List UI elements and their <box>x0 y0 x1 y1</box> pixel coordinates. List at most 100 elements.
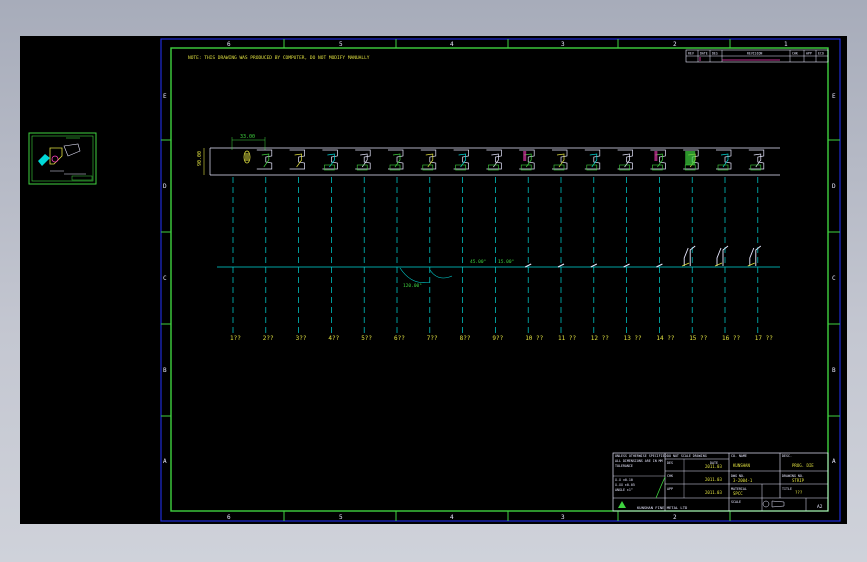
station-label: 9?? <box>492 335 503 342</box>
row-label-a-right: A <box>832 458 836 465</box>
col-label-4-bottom: 4 <box>450 514 454 521</box>
tb-dims-in: ALL DIMENSIONS ARE IN MM <box>615 459 663 463</box>
strip-station-part[interactable] <box>519 149 535 171</box>
angle-annotation-3: 120.00° <box>403 283 422 289</box>
tb-do-not-scale: DO NOT SCALE DRAWING <box>667 454 707 458</box>
strip-station-part[interactable] <box>243 150 251 164</box>
station-label: 3?? <box>296 335 307 342</box>
strip-station-part[interactable] <box>552 149 568 171</box>
strip-station-part[interactable] <box>584 149 601 171</box>
strip-layout[interactable]: 90.00 33.00 120.00° 45.00° 15.00° <box>197 134 780 334</box>
tb-des-label: DES <box>667 461 673 465</box>
tb-general-tol: UNLESS OTHERWISE SPECIFIED <box>615 454 667 458</box>
tb-sheet-size: A2 <box>817 504 823 510</box>
tb-tol-row-2: X.XX ±0.05 <box>615 483 635 487</box>
station-label: 10 ?? <box>525 335 543 342</box>
formed-profile[interactable] <box>656 263 663 268</box>
strip-station-part[interactable] <box>420 149 437 171</box>
row-label-c-right: C <box>832 275 836 282</box>
station-label: 16 ?? <box>722 335 740 342</box>
row-label-c: C <box>163 275 167 282</box>
rev-header-des: DES <box>712 52 718 56</box>
tb-co-name-value: KUNSHAN <box>733 463 750 468</box>
strip-station-part[interactable] <box>322 149 338 171</box>
rev-header-rev: REV <box>688 52 694 56</box>
formed-profile[interactable] <box>747 245 762 267</box>
company-logo-icon <box>618 501 626 508</box>
rev-header-chk: CHK <box>792 52 798 56</box>
tb-material-value: SPCC <box>733 491 743 496</box>
strip-station-part[interactable] <box>355 149 371 171</box>
formed-profile[interactable] <box>623 263 630 268</box>
tb-date-value-2: 2011.03 <box>705 477 722 482</box>
rev-header-eco: ECO <box>818 52 824 56</box>
tb-chk-label: CHK <box>667 474 673 478</box>
station-label: 12 ?? <box>591 335 609 342</box>
col-label-6-bottom: 6 <box>227 514 231 521</box>
col-label-5: 5 <box>339 41 343 48</box>
strip-station-part[interactable] <box>486 149 502 171</box>
station-label: 15 ?? <box>689 335 707 342</box>
tb-tol-row-1: X.X ±0.10 <box>615 478 633 482</box>
surface-finish-icon <box>655 476 666 499</box>
station-label: 17 ?? <box>755 335 773 342</box>
cad-viewport[interactable]: 6 5 4 3 2 1 6 5 4 3 2 E D C B A E D C B … <box>20 36 847 524</box>
formed-profile[interactable] <box>524 263 532 268</box>
row-label-e-right: E <box>832 93 836 100</box>
station-label: 6?? <box>394 335 405 342</box>
station-label: 11 ?? <box>558 335 576 342</box>
tb-desc-value: PROG. DIE <box>792 463 814 468</box>
projection-symbol-icon <box>762 500 785 508</box>
tb-part-no-value: 3-2004-1 <box>733 478 753 483</box>
formed-profile[interactable] <box>590 263 598 268</box>
tb-scale-label: SCALE <box>731 500 741 504</box>
strip-station-part[interactable] <box>748 149 765 171</box>
strip-station-part[interactable] <box>617 149 633 171</box>
formed-profile[interactable] <box>682 245 696 267</box>
strip-station-part[interactable] <box>650 149 666 171</box>
station-label: 13 ?? <box>624 335 642 342</box>
tb-drawing-no-value: STRIP <box>792 478 805 483</box>
rev-header-app: APP <box>806 52 812 56</box>
tb-title-value: ??? <box>795 490 803 495</box>
col-label-5-bottom: 5 <box>339 514 343 521</box>
formed-profile[interactable] <box>714 245 729 267</box>
drawing-frame <box>160 38 841 522</box>
row-label-d: D <box>163 183 167 190</box>
strip-station-part[interactable] <box>683 149 699 171</box>
tb-company-name: KUNSHAN FINE METAL LTD <box>637 505 688 510</box>
tb-desc-label: DESC. <box>782 454 792 458</box>
col-label-6: 6 <box>227 41 231 48</box>
strip-station-part[interactable] <box>289 149 305 170</box>
row-label-e: E <box>163 93 167 100</box>
revision-block: REV DATE DES REVISION CHK APP ECO <box>685 49 829 63</box>
col-label-2-bottom: 2 <box>673 514 677 521</box>
tb-tol-label: TOLERANCE <box>615 464 633 468</box>
strip-station-part[interactable] <box>716 149 732 171</box>
strip-station-part[interactable] <box>453 149 469 171</box>
rev-header-revision: REVISION <box>747 52 762 56</box>
thumbnail-preview[interactable] <box>28 132 97 185</box>
rev-header-date: DATE <box>700 52 708 56</box>
drawing-canvas[interactable]: 6 5 4 3 2 1 6 5 4 3 2 E D C B A E D C B … <box>20 36 847 524</box>
station-label: 7?? <box>427 335 438 342</box>
station-labels: 1?? 2?? 3?? 4?? 5?? 6?? 7?? 8?? 9?? 10 ?? 11 ?? 12 … <box>230 335 773 342</box>
tb-title-label: TITLE <box>782 487 792 491</box>
station-label: 1?? <box>230 335 241 342</box>
dim-strip-width: 90.00 <box>197 151 203 166</box>
formed-profile[interactable] <box>557 263 565 268</box>
row-label-a: A <box>163 458 167 465</box>
drawing-note: NOTE: THIS DRAWING WAS PRODUCED BY COMPU… <box>188 55 370 61</box>
col-label-4: 4 <box>450 41 454 48</box>
station-label: 2?? <box>263 335 274 342</box>
angle-annotation-2: 15.00° <box>498 259 515 265</box>
drawing-border <box>170 47 829 512</box>
strip-station-part[interactable] <box>388 149 404 171</box>
station-label: 5?? <box>361 335 372 342</box>
strip-station-part[interactable] <box>256 149 273 170</box>
station-label: 4?? <box>328 335 339 342</box>
row-label-b-right: B <box>832 367 836 374</box>
zone-ticks <box>161 39 840 521</box>
station-label: 8?? <box>460 335 471 342</box>
tb-app-label: APP <box>667 487 673 491</box>
